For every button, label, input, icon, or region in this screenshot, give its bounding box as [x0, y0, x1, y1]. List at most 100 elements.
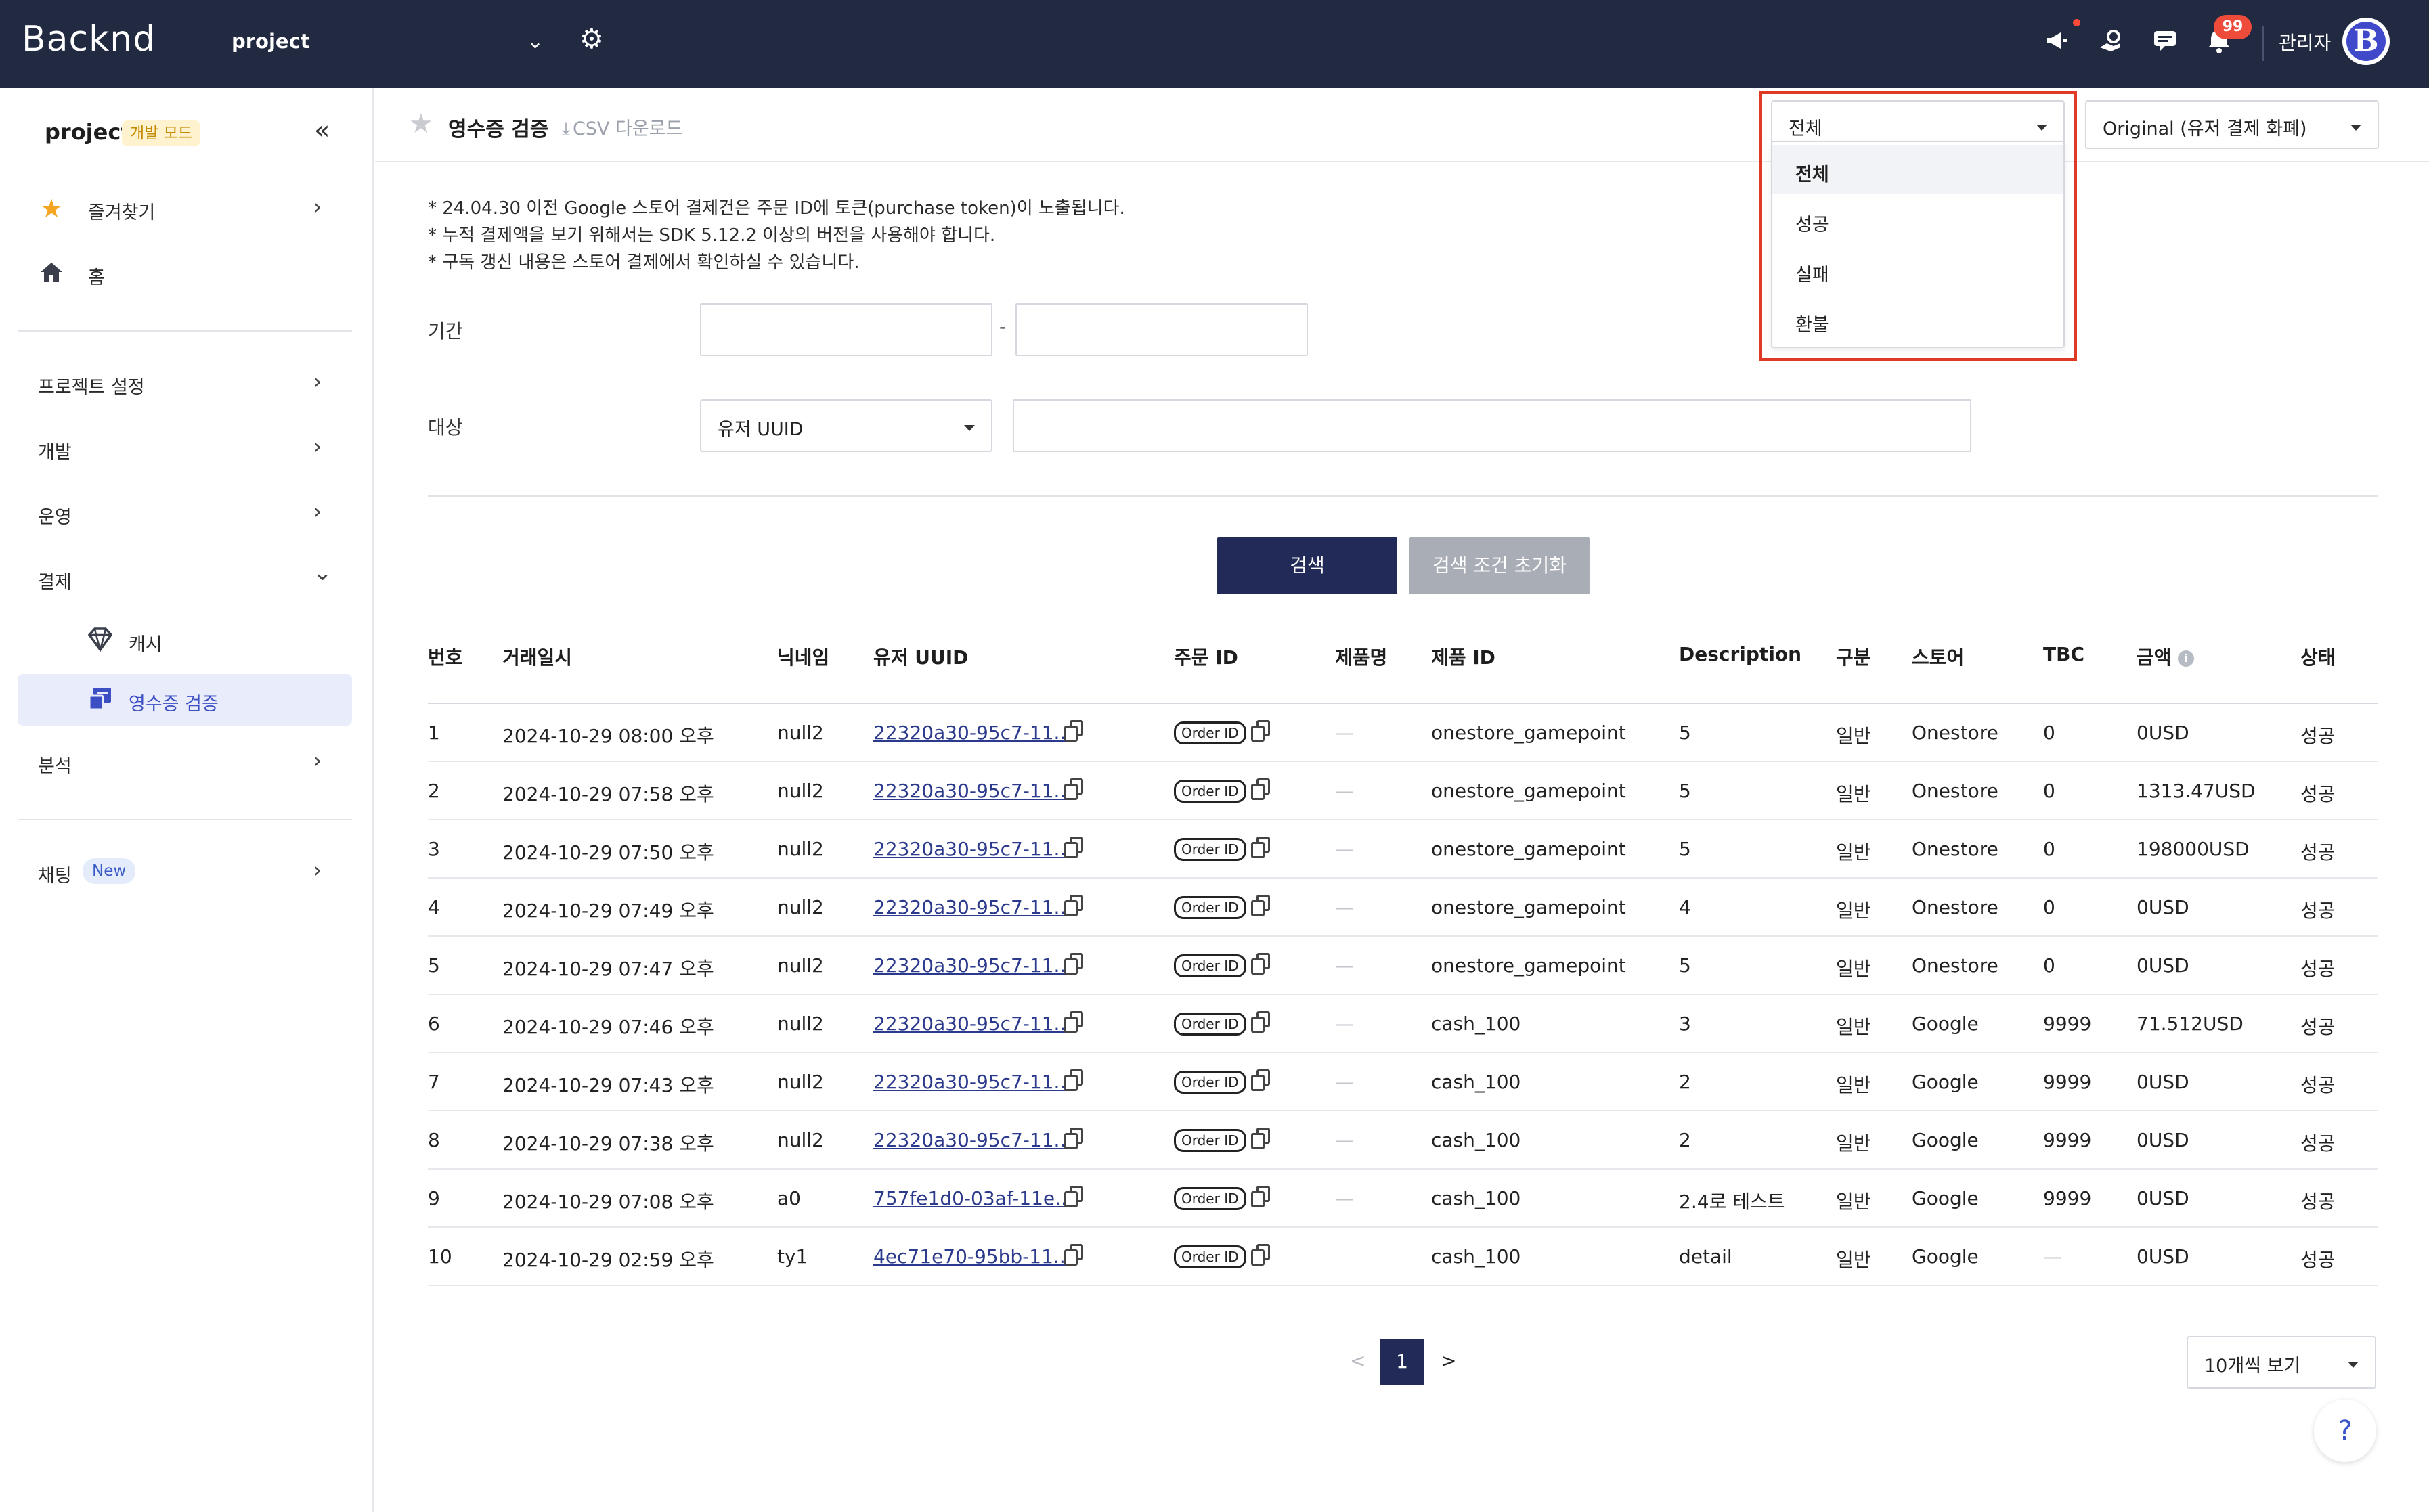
period-label: 기간 [428, 320, 463, 342]
copy-icon[interactable] [1064, 1244, 1083, 1266]
sidebar-subitem-receipt-verification[interactable]: 영수증 검증 [18, 674, 352, 726]
cell-uuid[interactable]: 22320a30-95c7-11... [873, 1013, 1072, 1035]
cell-uuid[interactable]: 22320a30-95c7-11... [873, 1071, 1072, 1093]
backnd-logo[interactable]: Backnd [22, 19, 156, 60]
sidebar-divider [18, 330, 352, 332]
cell-uuid[interactable]: 22320a30-95c7-11... [873, 721, 1072, 744]
cell-uuid[interactable]: 4ec71e70-95bb-11... [873, 1245, 1072, 1268]
chevron-down-icon: ⌄ [527, 30, 544, 53]
cell-store: Onestore [1912, 896, 1998, 918]
chevron-right-icon: › [313, 857, 322, 884]
copy-icon[interactable] [1064, 1128, 1083, 1149]
copy-icon[interactable] [1251, 895, 1270, 916]
cell-pname: — [1335, 1187, 1354, 1209]
sidebar-item-operation[interactable]: 운영 › [18, 489, 352, 537]
column-header: 번호 [428, 646, 463, 669]
cell-amount: 0USD [2137, 721, 2189, 744]
order-id-badge[interactable]: Order ID [1174, 954, 1246, 977]
sidebar-item-payment[interactable]: 결제 ⌄ [18, 554, 352, 602]
copy-icon[interactable] [1064, 1069, 1083, 1091]
order-id-badge[interactable]: Order ID [1174, 1187, 1246, 1210]
cell-uuid[interactable]: 22320a30-95c7-11... [873, 838, 1072, 860]
megaphone-icon[interactable] [2042, 27, 2072, 57]
sidebar-item-analytics[interactable]: 분석 › [18, 738, 352, 786]
copy-icon[interactable] [1251, 1244, 1270, 1266]
column-header: 스토어 [1912, 646, 1965, 669]
copy-icon[interactable] [1064, 895, 1083, 916]
page-size-select[interactable]: 10개씩 보기 [2187, 1336, 2376, 1389]
info-icon[interactable]: i [2178, 650, 2195, 667]
sidebar-item-chat[interactable]: 채팅 New › [18, 847, 352, 896]
order-id-badge[interactable]: Order ID [1174, 1071, 1246, 1094]
cell-pname: — [1335, 1013, 1354, 1035]
sidebar-item-project-settings[interactable]: 프로젝트 설정 › [18, 359, 352, 407]
sidebar-subitem-label: 영수증 검증 [129, 694, 219, 715]
copy-icon[interactable] [1251, 1069, 1270, 1091]
cell-nick: null2 [777, 780, 824, 802]
project-select[interactable]: project ⌄ [229, 26, 552, 62]
avatar[interactable]: B [2342, 18, 2390, 65]
pagination-page-current[interactable]: 1 [1380, 1339, 1424, 1385]
favorite-star-icon[interactable]: ★ [409, 108, 433, 139]
sidebar-item-development[interactable]: 개발 › [18, 424, 352, 472]
gear-icon[interactable]: ⚙ [579, 24, 609, 54]
order-id-badge[interactable]: Order ID [1174, 721, 1246, 744]
chat-icon[interactable] [2150, 27, 2180, 57]
search-button[interactable]: 검색 [1217, 537, 1397, 594]
cell-uuid[interactable]: 22320a30-95c7-11... [873, 780, 1072, 802]
pagination-prev[interactable]: < [1350, 1350, 1365, 1372]
sidebar-subitem-cash[interactable]: 캐시 [18, 615, 352, 666]
table-row: 1 2024-10-29 08:00 오후 null2 22320a30-95c7-1… [428, 704, 2378, 762]
copy-icon[interactable] [1251, 837, 1270, 858]
copy-icon[interactable] [1251, 1011, 1270, 1033]
order-id-badge[interactable]: Order ID [1174, 780, 1246, 803]
cell-pname: — [1335, 1071, 1354, 1093]
cell-desc: 5 [1679, 721, 1691, 744]
target-type-select[interactable]: 유저 UUID [700, 399, 992, 452]
diamond-icon [85, 625, 115, 655]
order-id-badge[interactable]: Order ID [1174, 1129, 1246, 1152]
cell-store: Google [1912, 1245, 1979, 1268]
copy-icon[interactable] [1064, 778, 1083, 800]
copy-icon[interactable] [1251, 1128, 1270, 1149]
copy-icon[interactable] [1251, 778, 1270, 800]
copy-icon[interactable] [1251, 1186, 1270, 1207]
help-button[interactable]: ? [2314, 1400, 2376, 1462]
order-id-badge[interactable]: Order ID [1174, 1013, 1246, 1036]
pagination-next[interactable]: > [1441, 1350, 1456, 1372]
admin-label[interactable]: 관리자 [2279, 28, 2331, 55]
column-header: 주문 ID [1174, 646, 1238, 669]
order-id-badge[interactable]: Order ID [1174, 838, 1246, 861]
csv-download-link[interactable]: ⤓ CSV 다운로드 [562, 114, 682, 140]
cell-amount: 1313.47USD [2137, 780, 2256, 802]
reset-search-button[interactable]: 검색 조건 초기화 [1409, 537, 1590, 594]
cell-uuid[interactable]: 757fe1d0-03af-11e... [873, 1187, 1073, 1209]
cell-tbc: 0 [2043, 838, 2055, 860]
order-id-badge[interactable]: Order ID [1174, 1245, 1246, 1268]
copy-icon[interactable] [1064, 720, 1083, 742]
target-search-input[interactable] [1013, 399, 1971, 452]
collapse-sidebar-icon[interactable]: « [314, 115, 330, 145]
order-id-badge[interactable]: Order ID [1174, 896, 1246, 919]
new-badge: New [83, 858, 136, 884]
cell-date: 2024-10-29 07:38 오후 [502, 1132, 714, 1155]
cell-nick: null2 [777, 954, 824, 977]
copy-icon[interactable] [1251, 720, 1270, 742]
cell-uuid[interactable]: 22320a30-95c7-11... [873, 896, 1072, 918]
period-start-input[interactable] [700, 303, 992, 356]
sidebar-item-home[interactable]: 홈 [18, 249, 352, 298]
period-end-input[interactable] [1015, 303, 1308, 356]
cell-tbc: 9999 [2043, 1129, 2092, 1151]
copy-icon[interactable] [1251, 953, 1270, 975]
view-mode-select[interactable]: Original (유저 결제 화폐) [2085, 100, 2379, 149]
sidebar-item-favorites[interactable]: ★ 즐겨찾기 › [18, 184, 352, 233]
copy-icon[interactable] [1064, 837, 1083, 858]
coin-hand-icon[interactable] [2096, 27, 2126, 57]
copy-icon[interactable] [1064, 1011, 1083, 1033]
cell-pid: onestore_gamepoint [1431, 780, 1626, 802]
copy-icon[interactable] [1064, 1186, 1083, 1207]
cell-uuid[interactable]: 22320a30-95c7-11... [873, 1129, 1072, 1151]
cell-uuid[interactable]: 22320a30-95c7-11... [873, 954, 1072, 977]
cell-status: 성공 [2300, 725, 2336, 747]
copy-icon[interactable] [1064, 953, 1083, 975]
